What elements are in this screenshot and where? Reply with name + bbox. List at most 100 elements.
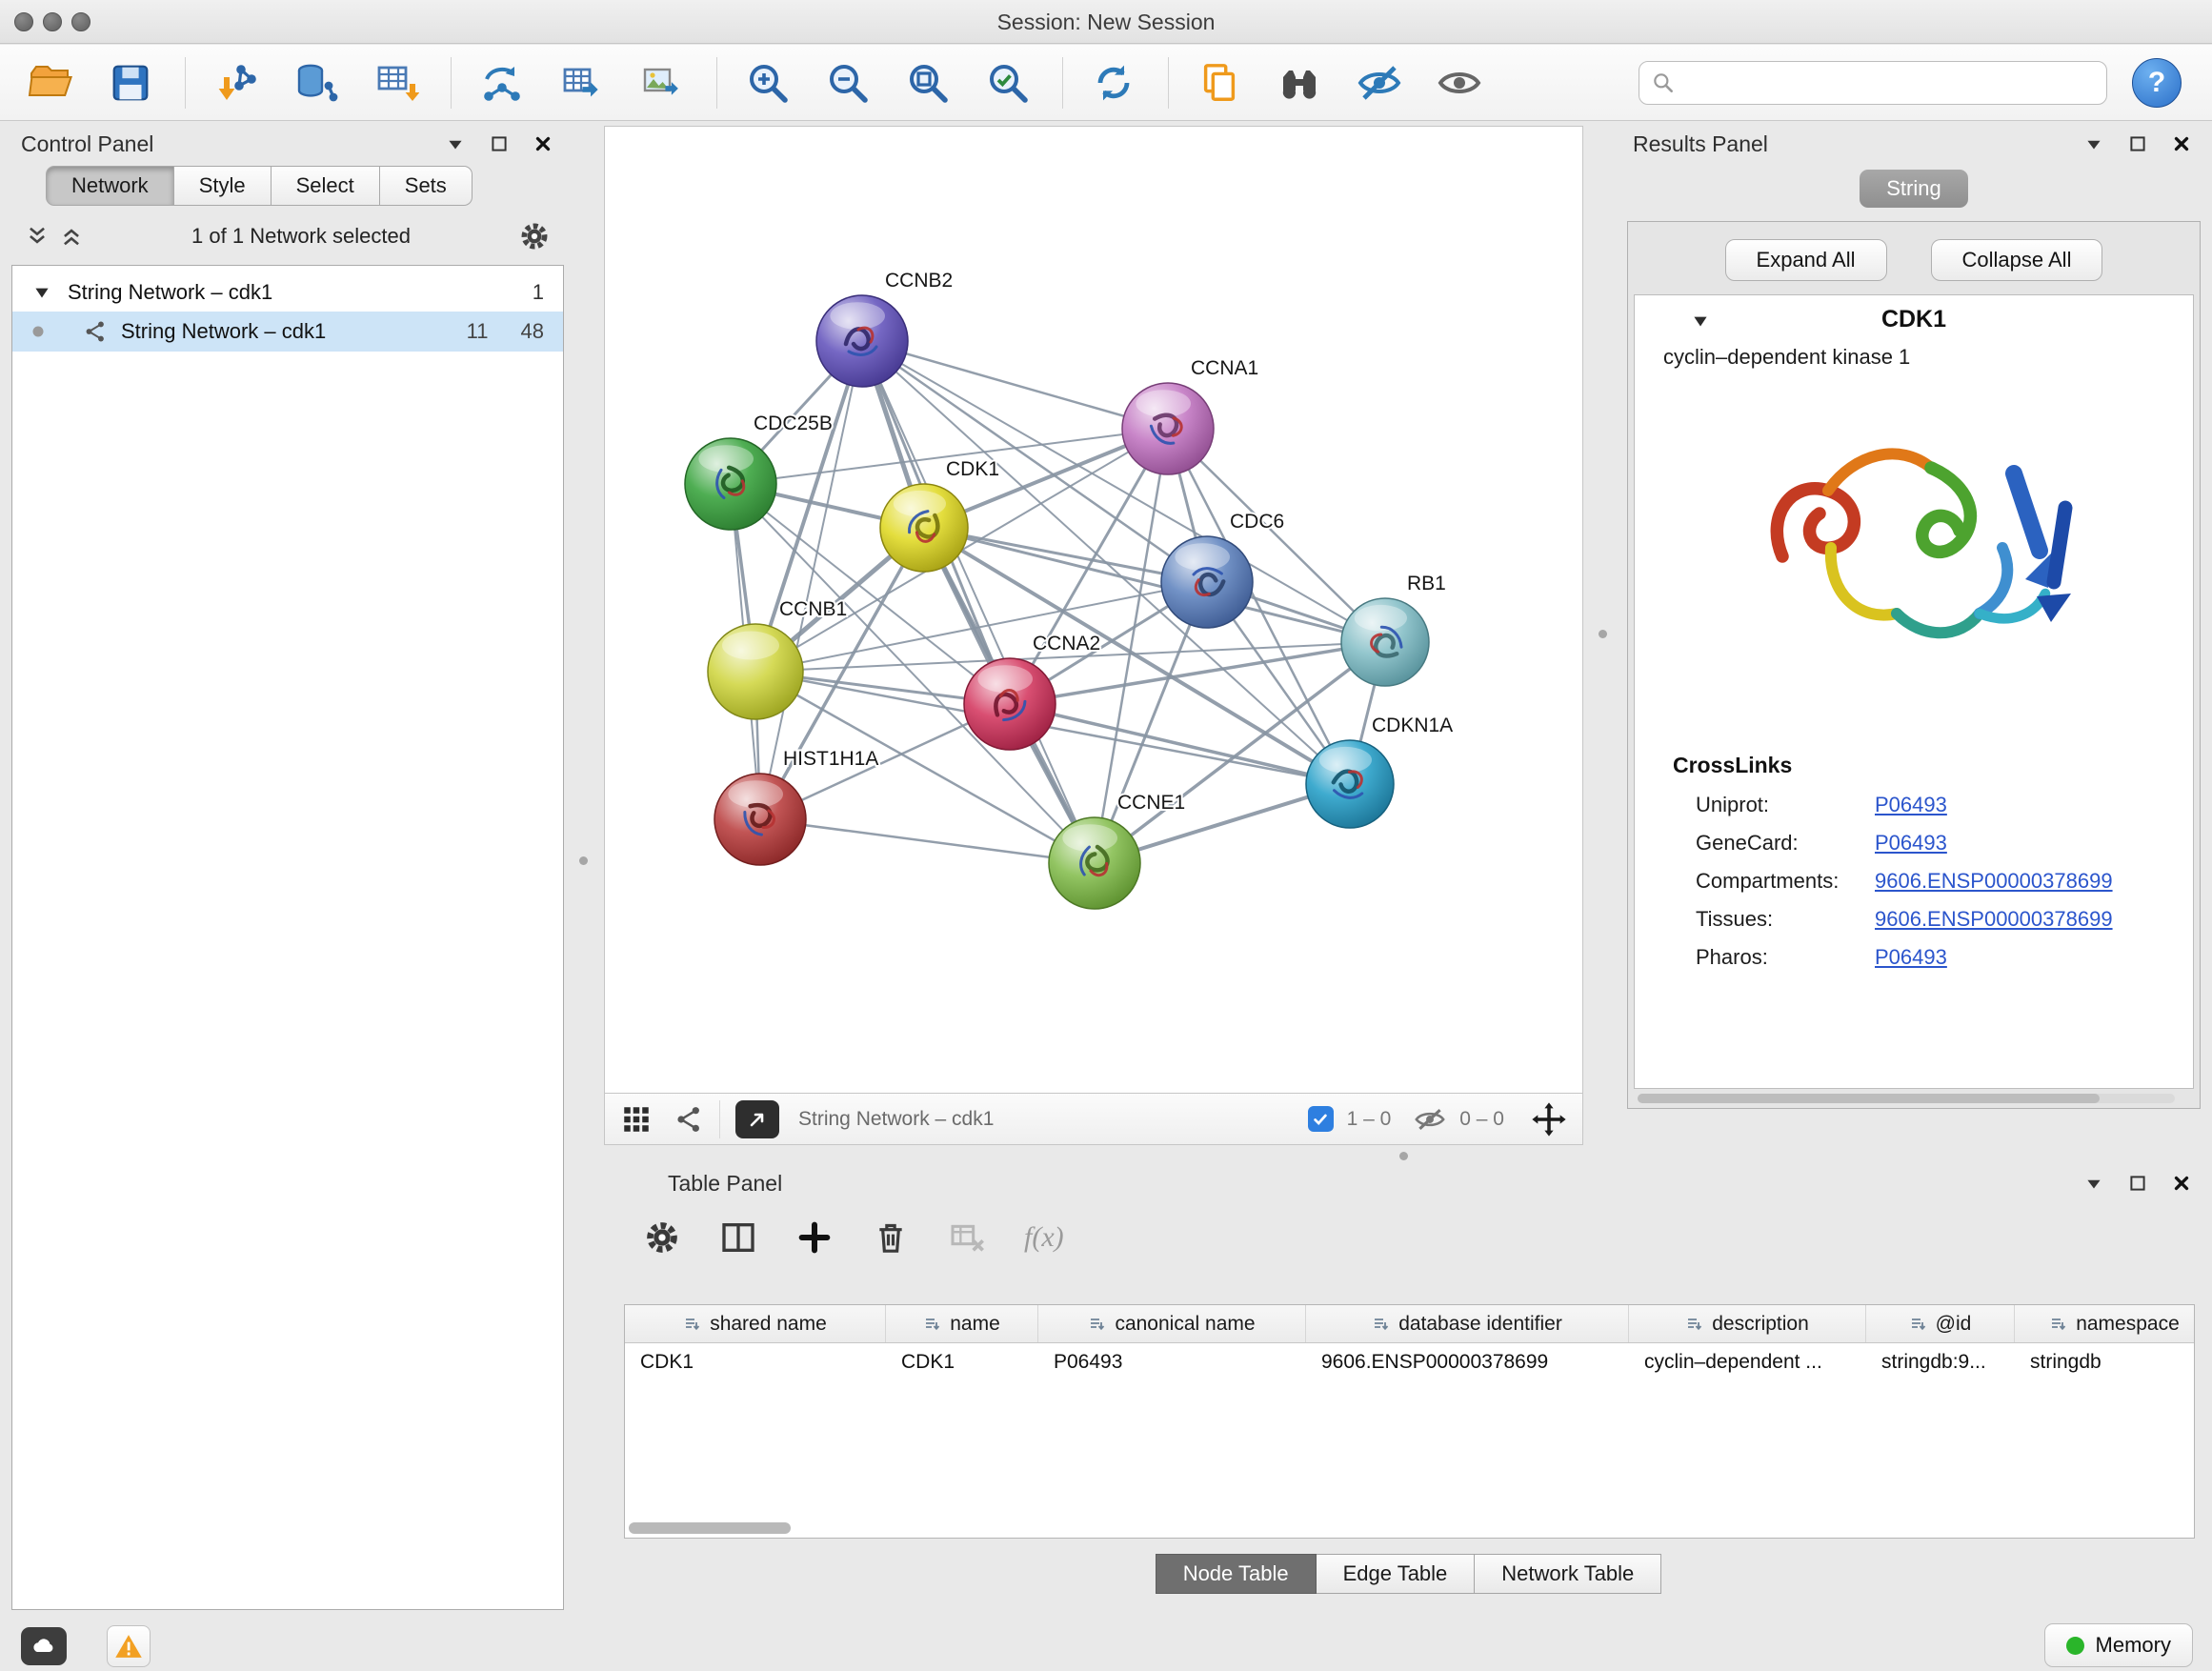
zoom-in-button[interactable]: [740, 55, 795, 111]
search-input[interactable]: [1685, 71, 2095, 94]
hidden-eye-slash-icon[interactable]: [1414, 1103, 1446, 1136]
right-splitter-handle[interactable]: [1599, 630, 1607, 638]
tab-select[interactable]: Select: [271, 166, 380, 206]
network-node-CCNE1[interactable]: [1049, 817, 1140, 909]
show-columns-icon[interactable]: [719, 1218, 757, 1257]
table-row[interactable]: CDK1 CDK1 P06493 9606.ENSP00000378699 cy…: [625, 1343, 2194, 1381]
pan-crosshair-icon[interactable]: [1531, 1101, 1567, 1137]
network-edge[interactable]: [862, 341, 1168, 429]
hide-selected-button[interactable]: [1352, 55, 1407, 111]
table-settings-gear-icon[interactable]: [643, 1218, 681, 1257]
network-node-CDC6[interactable]: [1161, 536, 1253, 628]
tab-edge-table[interactable]: Edge Table: [1317, 1554, 1476, 1594]
help-button[interactable]: ?: [2132, 58, 2182, 108]
panel-float-button[interactable]: [488, 132, 511, 155]
refresh-button[interactable]: [1086, 55, 1141, 111]
crosslink-link[interactable]: P06493: [1875, 831, 1947, 856]
network-overview-button[interactable]: [1272, 55, 1327, 111]
section-collapse-icon[interactable]: [1690, 311, 1711, 332]
import-network-file-button[interactable]: [209, 55, 264, 111]
zoom-out-button[interactable]: [820, 55, 875, 111]
collapse-all-button[interactable]: Collapse All: [1931, 239, 2103, 281]
panel-close-button[interactable]: [532, 132, 554, 155]
show-all-button[interactable]: [1432, 55, 1487, 111]
tab-node-table[interactable]: Node Table: [1156, 1554, 1317, 1594]
expand-all-button[interactable]: Expand All: [1725, 239, 1887, 281]
network-node-HIST1H1A[interactable]: [714, 774, 806, 865]
import-network-database-button[interactable]: [289, 55, 344, 111]
network-edge[interactable]: [760, 819, 1095, 863]
zoom-selected-button[interactable]: [980, 55, 1036, 111]
network-collection-row[interactable]: String Network – cdk1 1: [12, 273, 563, 312]
crosslink-link[interactable]: 9606.ENSP00000378699: [1875, 907, 2113, 932]
function-builder-button[interactable]: f(x): [1024, 1221, 1064, 1254]
expand-all-icon[interactable]: [59, 224, 84, 249]
zoom-window-button[interactable]: [71, 12, 90, 31]
zoom-fit-button[interactable]: [900, 55, 955, 111]
export-table-button[interactable]: [554, 55, 610, 111]
tab-style[interactable]: Style: [174, 166, 271, 206]
panel-menu-button[interactable]: [2082, 132, 2105, 155]
gene-section-header[interactable]: CDK1: [1635, 295, 2193, 343]
results-tab-string[interactable]: String: [1860, 170, 1967, 208]
crosslink-link[interactable]: P06493: [1875, 793, 1947, 817]
tree-expand-icon[interactable]: [31, 282, 52, 303]
results-horizontal-scrollbar[interactable]: [1638, 1094, 2175, 1103]
minimize-window-button[interactable]: [43, 12, 62, 31]
network-node-CCNA1[interactable]: [1122, 383, 1214, 474]
panel-menu-button[interactable]: [444, 132, 467, 155]
panel-float-button[interactable]: [2126, 132, 2149, 155]
column-header[interactable]: namespace: [2015, 1305, 2195, 1342]
network-node-CCNB1[interactable]: [708, 624, 803, 719]
panel-float-button[interactable]: [2126, 1172, 2149, 1195]
tab-network-table[interactable]: Network Table: [1475, 1554, 1661, 1594]
new-network-button[interactable]: [474, 55, 530, 111]
crosslink-link[interactable]: P06493: [1875, 945, 1947, 970]
warnings-button[interactable]: [107, 1625, 151, 1667]
network-edge[interactable]: [755, 341, 862, 672]
share-view-icon[interactable]: [674, 1104, 704, 1135]
delete-column-icon[interactable]: [872, 1218, 910, 1257]
panel-close-button[interactable]: [2170, 1172, 2193, 1195]
network-node-CDKN1A[interactable]: [1306, 740, 1394, 828]
column-header[interactable]: name: [886, 1305, 1038, 1342]
table-horizontal-scrollbar[interactable]: [629, 1522, 2182, 1534]
close-window-button[interactable]: [14, 12, 33, 31]
memory-button[interactable]: Memory: [2044, 1623, 2193, 1667]
network-graph[interactable]: CCNB2CCNA1CDC25BCDK1CDC6RB1CCNB1CCNA2CDK…: [605, 127, 1582, 1093]
open-session-button[interactable]: [23, 55, 78, 111]
tab-sets[interactable]: Sets: [380, 166, 473, 206]
column-header[interactable]: database identifier: [1306, 1305, 1629, 1342]
panel-close-button[interactable]: [2170, 132, 2193, 155]
panel-menu-button[interactable]: [2082, 1172, 2105, 1195]
gear-icon[interactable]: [518, 220, 551, 252]
network-node-RB1[interactable]: [1341, 598, 1429, 686]
left-splitter-handle[interactable]: [579, 856, 588, 865]
network-row-selected[interactable]: String Network – cdk1 11 48: [12, 312, 563, 352]
network-canvas[interactable]: CCNB2CCNA1CDC25BCDK1CDC6RB1CCNB1CCNA2CDK…: [604, 126, 1583, 1094]
tab-network[interactable]: Network: [46, 166, 174, 206]
bottom-splitter-handle[interactable]: [1399, 1152, 1408, 1160]
network-node-CCNB2[interactable]: [816, 295, 908, 387]
add-column-icon[interactable]: [795, 1218, 834, 1257]
network-edge[interactable]: [862, 341, 1095, 863]
collapse-all-icon[interactable]: [25, 224, 50, 249]
selected-checkbox-icon[interactable]: [1308, 1106, 1334, 1132]
export-image-button[interactable]: [634, 55, 690, 111]
column-header[interactable]: description: [1629, 1305, 1866, 1342]
network-node-CCNA2[interactable]: [964, 658, 1056, 750]
network-edge[interactable]: [1010, 704, 1350, 784]
search-field[interactable]: [1639, 61, 2107, 105]
import-table-button[interactable]: [369, 55, 424, 111]
delete-table-icon[interactable]: [948, 1218, 986, 1257]
network-node-CDK1[interactable]: [880, 484, 968, 572]
crosslink-link[interactable]: 9606.ENSP00000378699: [1875, 869, 2113, 894]
save-session-button[interactable]: [103, 55, 158, 111]
column-header[interactable]: shared name: [625, 1305, 886, 1342]
column-header[interactable]: canonical name: [1038, 1305, 1306, 1342]
open-in-browser-button[interactable]: [735, 1100, 779, 1138]
network-node-CDC25B[interactable]: [685, 438, 776, 530]
copy-document-button[interactable]: [1192, 55, 1247, 111]
column-header[interactable]: @id: [1866, 1305, 2015, 1342]
cloud-status-button[interactable]: [21, 1627, 67, 1665]
